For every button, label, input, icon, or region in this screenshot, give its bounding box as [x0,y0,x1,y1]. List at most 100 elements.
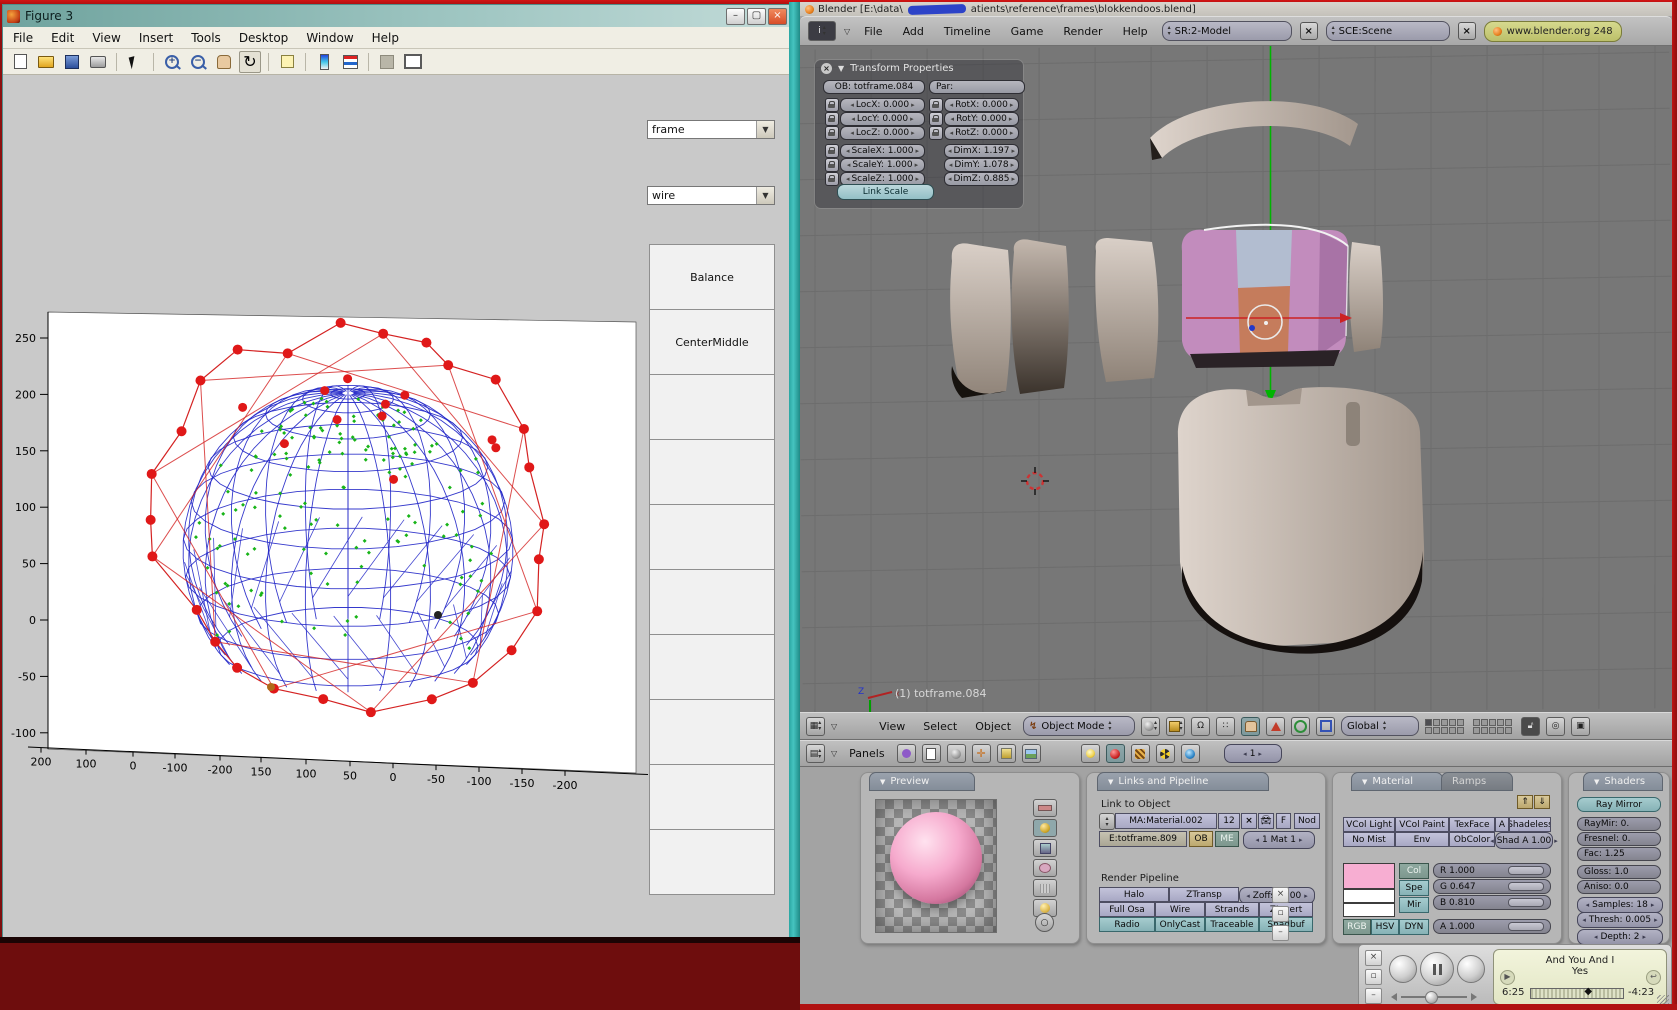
zoom-out-icon[interactable]: − [187,51,209,73]
specular-swatch[interactable] [1343,889,1395,903]
material-index-field[interactable]: 1 Mat 1 [1243,831,1315,849]
spe-button[interactable]: Spe [1399,880,1429,896]
minimize-button[interactable]: – [726,8,745,25]
snap-grid-icon[interactable]: ∷ [1216,717,1235,736]
panel-collapse-icon[interactable]: ▼ [838,64,844,73]
roty-field[interactable]: RotY: 0.000 [944,112,1019,126]
locz-field[interactable]: LocZ: 0.000 [840,126,925,140]
locy-field[interactable]: LocY: 0.000 [840,112,925,126]
mirror-swatch[interactable] [1343,903,1395,917]
preview-refresh-icon[interactable]: ○ [1035,913,1054,932]
lock-view-icon[interactable]: 🔓︎ [1521,717,1540,736]
preview-cube-icon[interactable] [1033,839,1057,857]
hsv-button[interactable]: HSV [1371,919,1399,935]
rotz-field[interactable]: RotZ: 0.000 [944,126,1019,140]
collapse-icon[interactable]: ▽ [831,722,837,731]
scene-delete-button[interactable]: × [1458,22,1476,40]
blender-menu-help[interactable]: Help [1117,25,1154,38]
blender-menu-file[interactable]: File [858,25,888,38]
progress-marker[interactable]: ◆ [1584,986,1592,997]
me-toggle[interactable]: ME [1215,831,1239,847]
scaley-field[interactable]: ScaleY: 1.000 [840,158,925,172]
wire-dropdown[interactable]: wire ▼ [647,186,775,205]
ob-toggle[interactable]: OB [1189,831,1213,847]
depth-field[interactable]: Depth: 2 [1577,929,1663,945]
collapse-menus-icon[interactable]: ▽ [844,27,850,36]
pivot-icon[interactable]: ▴▾ [1166,717,1185,736]
previous-track-button[interactable] [1389,955,1417,983]
material-buttons-icon[interactable] [1106,744,1125,763]
vcol-paint-toggle[interactable]: VCol Paint [1395,817,1449,832]
player-close-icon[interactable]: × [1365,950,1382,966]
mini-restore-icon[interactable]: ▫ [1272,906,1289,922]
editor-type-icon[interactable]: ▦▴▾ [806,717,825,736]
env-toggle[interactable]: Env [1395,832,1449,847]
collapse-icon[interactable]: ▼ [1108,778,1113,786]
chevron-down-icon[interactable]: ▼ [756,187,774,204]
close-button[interactable]: × [768,8,787,25]
scene-buttons-icon[interactable] [1022,744,1041,763]
pause-button[interactable] [1420,952,1454,986]
shad-a-field[interactable]: Shad A 1.00 [1495,832,1553,849]
col-button[interactable]: Col [1399,863,1429,879]
paste-material-icon[interactable]: ⇓ [1534,795,1550,809]
frame-dropdown[interactable]: frame ▼ [647,120,775,139]
empty-button[interactable] [649,570,775,635]
link-scale-button[interactable]: Link Scale [837,184,934,200]
lock-icon[interactable] [825,112,839,126]
balance-button[interactable]: Balance [649,244,775,310]
zoom-in-icon[interactable]: + [161,51,183,73]
halo-toggle[interactable]: Halo [1099,887,1169,902]
3d-plot[interactable]: 250200150100500-50-1002001000-100-200150… [3,75,648,936]
vcol-light-toggle[interactable]: VCol Light [1343,817,1395,832]
translate-widget-icon[interactable] [1266,717,1285,736]
empty-button[interactable] [649,765,775,830]
shadeless-toggle[interactable]: Shadeless [1509,817,1551,832]
b-slider[interactable]: B 0.810 [1433,895,1551,910]
panel-close-icon[interactable]: × [821,63,832,74]
preview-panel-tab[interactable]: ▼ Preview [869,772,975,791]
volume-knob[interactable] [1425,991,1438,1004]
blender-menu-add[interactable]: Add [897,25,930,38]
screen-delete-button[interactable]: × [1300,22,1318,40]
rgb-button[interactable]: RGB [1343,919,1371,935]
frame-number-field[interactable]: 1 [1224,744,1282,763]
mode-dropdown[interactable]: ↯Object Mode▴▾ [1023,716,1135,736]
menu-window[interactable]: Window [306,31,353,45]
strands-toggle[interactable]: Strands [1205,902,1259,917]
menu-file[interactable]: File [13,31,33,45]
logic-buttons-icon[interactable] [897,744,916,763]
mini-close-icon[interactable]: × [1272,887,1289,903]
menu-insert[interactable]: Insert [139,31,173,45]
dimy-field[interactable]: DimY: 1.078 [944,158,1019,172]
collapse-icon[interactable]: ▼ [880,778,885,786]
r-slider[interactable]: R 1.000 [1433,863,1551,878]
draw-mode-icon[interactable]: ▴▾ [1141,717,1160,736]
pan-icon[interactable] [213,51,235,73]
player-restore-icon[interactable]: ▫ [1365,969,1382,985]
scale-widget-icon[interactable] [1316,717,1335,736]
ztransp-toggle[interactable]: ZTransp [1169,887,1239,902]
colorbar-icon[interactable] [313,51,335,73]
blender-menu-render[interactable]: Render [1057,25,1108,38]
object-buttons-icon[interactable]: ✛ [972,744,991,763]
world-buttons-icon[interactable] [1181,744,1200,763]
vp-menu-view[interactable]: View [873,720,911,733]
nodes-button[interactable]: Nod [1294,813,1320,829]
empty-button[interactable] [649,635,775,700]
maximize-button[interactable]: ▢ [747,8,766,25]
mini-minimize-icon[interactable]: – [1272,925,1289,941]
player-minimize-icon[interactable]: – [1365,988,1382,1004]
legend-icon[interactable] [339,51,361,73]
panels-menu[interactable]: Panels [843,747,890,760]
menu-view[interactable]: View [92,31,120,45]
lamp-buttons-icon[interactable] [1081,744,1100,763]
hand-widget-icon[interactable] [1241,717,1260,736]
fac-slider[interactable]: Fac: 1.25 [1577,847,1661,861]
mesh-name-field[interactable]: E:totframe.809 [1099,831,1187,847]
scene-selector[interactable]: ▴▾SCE:Scene [1326,21,1450,41]
editor-type-icon[interactable]: ▤▴▾ [806,744,825,763]
empty-button[interactable] [649,700,775,765]
shaders-panel-tab[interactable]: ▼ Shaders [1583,772,1663,791]
transform-properties-panel[interactable]: × ▼ Transform Properties OB: totframe.08… [815,60,1023,208]
